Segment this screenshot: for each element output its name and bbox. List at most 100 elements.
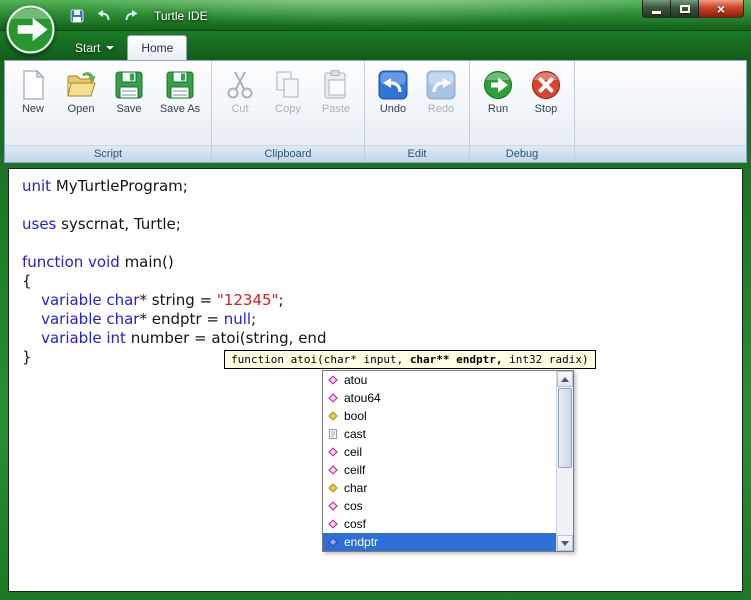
quick-access-toolbar bbox=[68, 7, 140, 25]
dropdown-caret-icon bbox=[106, 46, 114, 50]
button-label: Cut bbox=[217, 103, 263, 115]
scrollbar-track[interactable] bbox=[557, 387, 573, 535]
autocomplete-item-ceil[interactable]: ceil bbox=[323, 443, 556, 461]
tab-start[interactable]: Start bbox=[62, 36, 127, 60]
tab-bar: Start Home bbox=[0, 31, 751, 60]
autocomplete-item-cast[interactable]: cast bbox=[323, 425, 556, 443]
code-line: { bbox=[22, 272, 742, 291]
ribbon-group-script: NewOpenSaveSave As Script bbox=[5, 61, 212, 162]
copy-button: Copy bbox=[265, 66, 311, 117]
app-menu-button[interactable] bbox=[6, 5, 55, 54]
save-button[interactable]: Save bbox=[106, 66, 152, 117]
button-label: Stop bbox=[523, 103, 569, 115]
save-as-button[interactable]: Save As bbox=[154, 66, 206, 117]
code-area[interactable]: unit MyTurtleProgram; uses syscrnat, Tur… bbox=[9, 169, 742, 367]
new-button[interactable]: New bbox=[10, 66, 56, 117]
code-token-plain: * endptr = bbox=[139, 310, 223, 328]
group-label: Edit bbox=[365, 145, 469, 162]
close-button[interactable]: × bbox=[699, 0, 744, 18]
redo-button: Redo bbox=[418, 66, 464, 117]
code-line bbox=[22, 234, 742, 253]
autocomplete-item-cosf[interactable]: cosf bbox=[323, 515, 556, 533]
save-small-icon bbox=[69, 8, 85, 24]
group-label: Clipboard bbox=[212, 145, 364, 162]
ribbon-group-clipboard: CutCopyPasteClipboard bbox=[212, 61, 365, 162]
function-pink-diamond-icon bbox=[327, 500, 339, 512]
app-arrow-icon bbox=[6, 5, 55, 54]
quick-save-button[interactable] bbox=[68, 7, 86, 25]
redo-icon bbox=[425, 69, 457, 101]
titlebar: Turtle IDE × bbox=[0, 0, 751, 31]
variable-blue-diamond-icon bbox=[327, 536, 339, 548]
open-folder-icon bbox=[65, 69, 97, 101]
autocomplete-item-label: ceilf bbox=[344, 463, 365, 477]
autocomplete-item-label: cosf bbox=[344, 517, 366, 531]
code-token-plain: MyTurtleProgram; bbox=[51, 177, 188, 195]
triangle-down-icon bbox=[561, 541, 569, 546]
autocomplete-item-label: cos bbox=[344, 499, 363, 513]
undo-icon bbox=[377, 69, 409, 101]
code-token-plain: number = atoi(string, end bbox=[126, 329, 327, 347]
code-line: variable char* string = "12345"; bbox=[22, 291, 742, 310]
scrollbar-thumb[interactable] bbox=[558, 388, 572, 468]
button-label: Run bbox=[475, 103, 521, 115]
ribbon-group-debug: RunStopDebug bbox=[470, 61, 575, 162]
new-file-icon bbox=[17, 69, 49, 101]
cut-icon bbox=[224, 69, 256, 101]
window-controls: × bbox=[642, 0, 744, 18]
code-token-plain bbox=[22, 291, 41, 309]
autocomplete-popup: atou atou64 bool cast ceil ceilf char cos cosf en… bbox=[322, 370, 574, 552]
code-token-plain: main() bbox=[120, 253, 174, 271]
function-pink-diamond-icon bbox=[327, 446, 339, 458]
cut-button: Cut bbox=[217, 66, 263, 117]
code-line: variable int number = atoi(string, end bbox=[22, 329, 742, 348]
window-title: Turtle IDE bbox=[154, 9, 208, 23]
stop-button[interactable]: Stop bbox=[523, 66, 569, 117]
autocomplete-item-atou64[interactable]: atou64 bbox=[323, 389, 556, 407]
autocomplete-item-cos[interactable]: cos bbox=[323, 497, 556, 515]
autocomplete-item-label: endptr bbox=[344, 535, 378, 549]
scroll-down-button[interactable] bbox=[557, 535, 573, 551]
autocomplete-item-endptr[interactable]: endptr bbox=[323, 533, 556, 551]
function-pink-diamond-icon bbox=[327, 518, 339, 530]
group-label bbox=[575, 145, 746, 162]
open-button[interactable]: Open bbox=[58, 66, 104, 117]
button-label: Save bbox=[106, 103, 152, 115]
quick-redo-button[interactable] bbox=[122, 7, 140, 25]
code-token-keyword: variable char bbox=[41, 291, 139, 309]
tab-home[interactable]: Home bbox=[127, 35, 187, 60]
code-line bbox=[22, 196, 742, 215]
code-token-keyword: variable int bbox=[41, 329, 126, 347]
minimize-button[interactable] bbox=[642, 0, 671, 18]
code-line: unit MyTurtleProgram; bbox=[22, 177, 742, 196]
code-line: function void main() bbox=[22, 253, 742, 272]
stop-icon bbox=[530, 69, 562, 101]
code-token-plain: ; bbox=[251, 310, 256, 328]
tab-label: Start bbox=[75, 41, 100, 55]
code-token-plain: * string = bbox=[139, 291, 216, 309]
scroll-up-button[interactable] bbox=[557, 371, 573, 387]
code-token-plain bbox=[22, 310, 41, 328]
code-token-keyword: uses bbox=[22, 215, 56, 233]
autocomplete-item-label: ceil bbox=[344, 445, 362, 459]
autocomplete-item-ceilf[interactable]: ceilf bbox=[323, 461, 556, 479]
undo-button[interactable]: Undo bbox=[370, 66, 416, 117]
button-label: New bbox=[10, 103, 56, 115]
autocomplete-item-char[interactable]: char bbox=[323, 479, 556, 497]
autocomplete-item-label: atou64 bbox=[344, 391, 381, 405]
autocomplete-item-label: cast bbox=[344, 427, 366, 441]
minimize-icon bbox=[652, 11, 661, 14]
autocomplete-item-bool[interactable]: bool bbox=[323, 407, 556, 425]
maximize-button[interactable] bbox=[671, 0, 699, 18]
function-pink-diamond-icon bbox=[327, 374, 339, 386]
group-label: Script bbox=[5, 145, 211, 162]
maximize-icon bbox=[680, 5, 690, 13]
code-token-plain: } bbox=[22, 348, 32, 366]
code-token-plain bbox=[22, 329, 41, 347]
code-token-keyword: variable char bbox=[41, 310, 139, 328]
quick-undo-button[interactable] bbox=[95, 7, 113, 25]
run-button[interactable]: Run bbox=[475, 66, 521, 117]
autocomplete-scrollbar bbox=[556, 371, 573, 551]
close-icon: × bbox=[717, 2, 725, 16]
autocomplete-item-atou[interactable]: atou bbox=[323, 371, 556, 389]
